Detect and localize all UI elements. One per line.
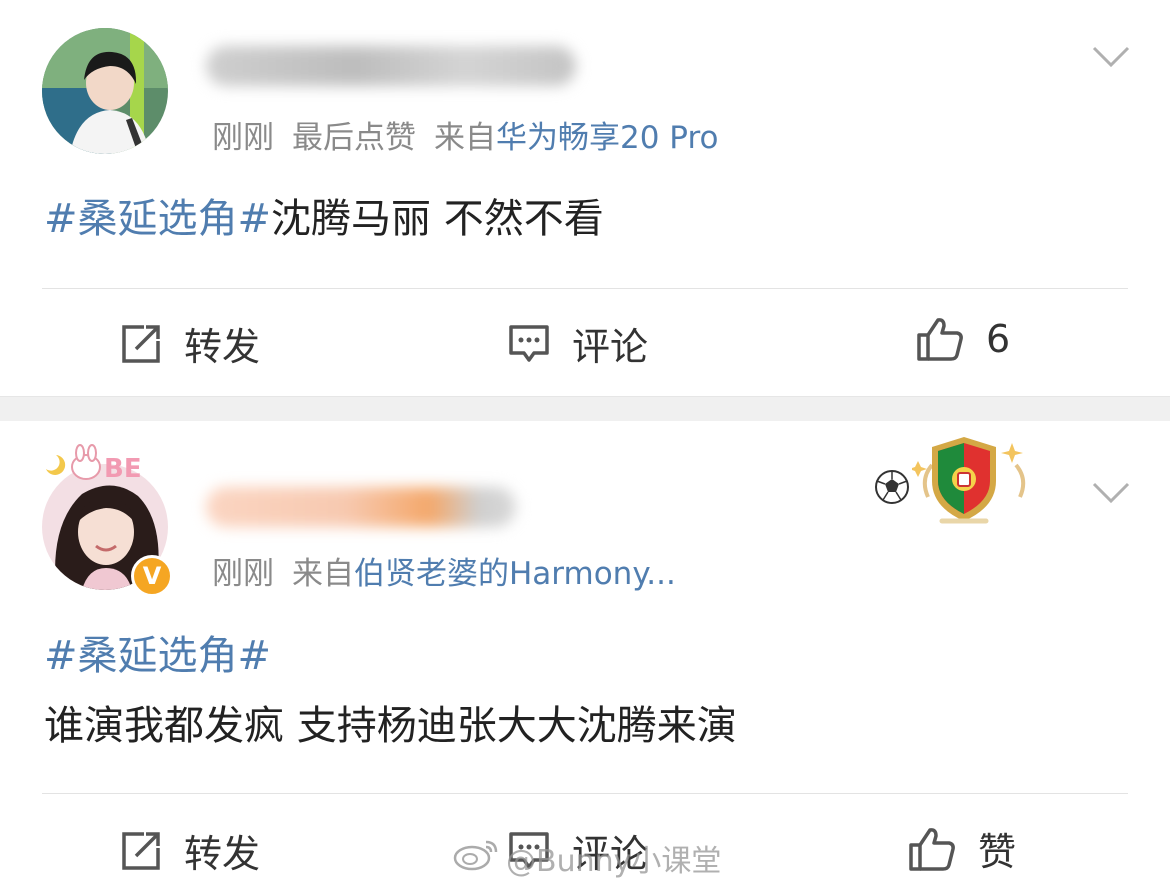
from-label: 来自 bbox=[292, 556, 354, 592]
hashtag-link[interactable]: #桑延选角# bbox=[44, 625, 737, 687]
portugal-shield-icon[interactable] bbox=[909, 435, 1036, 535]
svg-text:BE: BE bbox=[104, 454, 142, 484]
thumbs-up-icon bbox=[908, 826, 956, 872]
post-meta: 刚刚 来自伯贤老婆的Harmony... bbox=[212, 548, 676, 593]
divider bbox=[42, 288, 1128, 289]
repost-button[interactable]: 转发 bbox=[120, 316, 260, 371]
hashtag-link[interactable]: #桑延选角# bbox=[44, 196, 271, 242]
post-text: 沈腾马丽 不然不看 bbox=[271, 196, 604, 242]
watermark-text: @Bunny小课堂 bbox=[506, 844, 722, 879]
post-separator bbox=[0, 396, 1170, 422]
post-card-2: BE V 刚刚 来自伯贤老婆的Harmony... #桑延选角# 谁演我都发疯 支… bbox=[0, 421, 1170, 892]
verified-badge-icon: V bbox=[131, 555, 173, 597]
comment-button[interactable]: 评论 bbox=[508, 316, 648, 371]
weibo-logo-icon bbox=[452, 836, 500, 880]
post-time: 刚刚 bbox=[212, 120, 274, 156]
avatar-decoration-icon: BE bbox=[38, 443, 156, 491]
repost-icon bbox=[120, 323, 162, 365]
divider bbox=[42, 793, 1128, 794]
post-time: 刚刚 bbox=[212, 556, 274, 592]
comment-icon bbox=[508, 323, 550, 365]
like-button[interactable]: 6 bbox=[916, 316, 1010, 362]
chevron-down-icon[interactable] bbox=[1092, 46, 1130, 68]
post-content: #桑延选角# 谁演我都发疯 支持杨迪张大大沈腾来演 bbox=[44, 625, 737, 757]
post-text: 谁演我都发疯 支持杨迪张大大沈腾来演 bbox=[44, 703, 737, 749]
football-icon bbox=[872, 467, 912, 511]
post-meta: 刚刚 最后点赞 来自华为畅享20 Pro bbox=[212, 112, 718, 157]
from-label: 来自 bbox=[434, 120, 496, 156]
device-source-link[interactable]: 伯贤老婆的Harmony... bbox=[354, 556, 676, 592]
user-avatar[interactable] bbox=[42, 28, 168, 154]
chevron-down-icon[interactable] bbox=[1092, 482, 1130, 504]
like-button[interactable]: 赞 bbox=[908, 821, 1016, 876]
username-blurred[interactable] bbox=[206, 487, 516, 527]
like-count: 6 bbox=[986, 317, 1011, 361]
watermark: @Bunny小课堂 bbox=[452, 836, 721, 880]
comment-label: 评论 bbox=[572, 325, 649, 369]
device-source-link[interactable]: 华为畅享20 Pro bbox=[496, 120, 718, 156]
post-card-1: 刚刚 最后点赞 来自华为畅享20 Pro #桑延选角#沈腾马丽 不然不看 转发 评论… bbox=[0, 0, 1170, 396]
last-like-label: 最后点赞 bbox=[292, 120, 416, 156]
post-content: #桑延选角#沈腾马丽 不然不看 bbox=[44, 188, 604, 250]
repost-label: 转发 bbox=[184, 832, 261, 876]
repost-button[interactable]: 转发 bbox=[120, 823, 260, 878]
repost-label: 转发 bbox=[184, 325, 261, 369]
repost-icon bbox=[120, 830, 162, 872]
thumbs-up-icon bbox=[916, 316, 964, 362]
like-label: 赞 bbox=[978, 830, 1017, 874]
username-blurred[interactable] bbox=[206, 46, 576, 86]
